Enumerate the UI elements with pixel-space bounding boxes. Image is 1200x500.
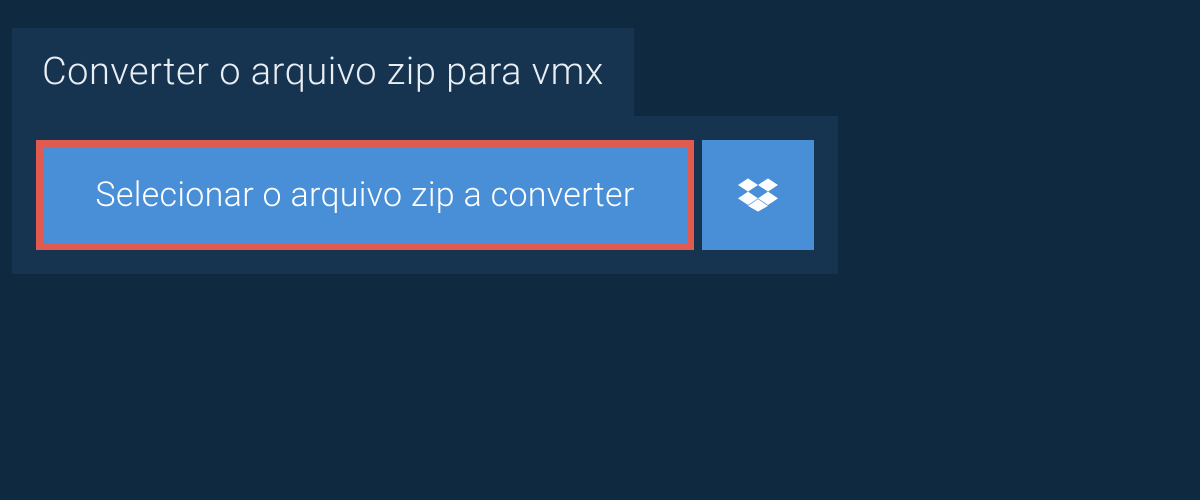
dropbox-icon: [738, 175, 778, 215]
page-title: Converter o arquivo zip para vmx: [42, 50, 604, 94]
select-file-label: Selecionar o arquivo zip a converter: [95, 175, 634, 215]
upload-panel: Selecionar o arquivo zip a converter: [12, 116, 838, 274]
tab-header: Converter o arquivo zip para vmx: [12, 28, 634, 116]
select-file-button[interactable]: Selecionar o arquivo zip a converter: [36, 140, 694, 250]
dropbox-button[interactable]: [702, 140, 814, 250]
